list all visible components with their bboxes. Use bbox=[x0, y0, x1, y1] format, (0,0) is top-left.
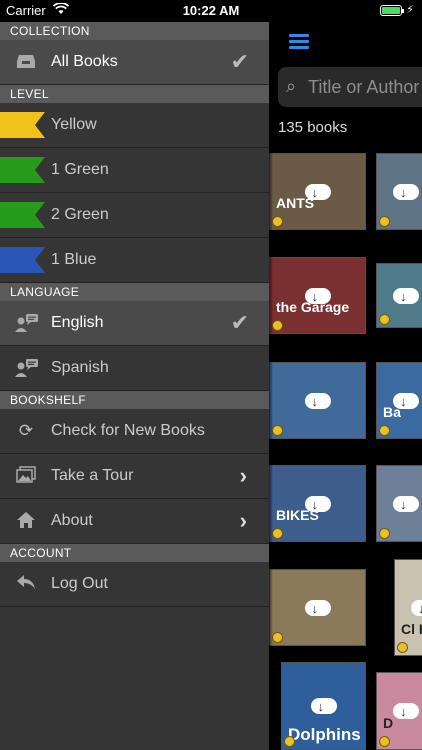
chevron-right-icon: › bbox=[239, 463, 247, 488]
refresh-icon: ⟳ bbox=[18, 421, 34, 440]
book-cover[interactable]: ↓ bbox=[269, 569, 366, 646]
level-badge-icon bbox=[272, 216, 283, 227]
section-header-bookshelf: BOOKSHELF bbox=[0, 391, 269, 409]
chevron-right-icon: › bbox=[239, 508, 247, 533]
level-badge-icon bbox=[272, 528, 283, 539]
search-input[interactable]: ⌕ Title or Author bbox=[278, 67, 422, 107]
level-badge-icon bbox=[379, 528, 390, 539]
download-cloud-icon[interactable]: ↓ bbox=[393, 181, 419, 203]
download-cloud-icon[interactable]: ↓ bbox=[393, 700, 419, 722]
charging-icon: ⚡ bbox=[406, 4, 414, 16]
book-cover[interactable]: Cl Ho ↓ bbox=[394, 559, 422, 656]
inbox-tray-icon bbox=[14, 52, 38, 72]
sidebar-item-yellow[interactable]: Yellow bbox=[0, 103, 269, 148]
book-title: D bbox=[383, 715, 394, 731]
book-cover[interactable]: D ↓ bbox=[376, 672, 422, 750]
book-cover[interactable]: ↓ bbox=[269, 362, 366, 439]
side-drawer: COLLECTION All Books ✔ LEVEL Yellow 1 Gr… bbox=[0, 22, 269, 750]
sidebar-item-label: All Books bbox=[51, 53, 118, 70]
level-badge-icon bbox=[272, 632, 283, 643]
level-badge-icon bbox=[272, 320, 283, 331]
photos-icon bbox=[14, 466, 38, 486]
book-cover[interactable]: ↓ bbox=[376, 153, 422, 230]
reply-arrow-icon bbox=[14, 574, 38, 594]
section-header-collection: COLLECTION bbox=[0, 22, 269, 40]
sidebar-item-label: English bbox=[51, 314, 104, 331]
download-cloud-icon[interactable]: ↓ bbox=[393, 390, 419, 412]
blue-level-ribbon-icon bbox=[0, 247, 45, 273]
download-cloud-icon[interactable]: ↓ bbox=[304, 493, 331, 515]
download-cloud-icon[interactable]: ↓ bbox=[304, 181, 331, 203]
sidebar-item-about[interactable]: About › bbox=[0, 499, 269, 544]
sidebar-item-label: Log Out bbox=[51, 575, 108, 592]
search-icon: ⌕ bbox=[286, 76, 297, 96]
home-icon bbox=[14, 511, 38, 531]
book-cover[interactable]: ↓ bbox=[376, 465, 422, 542]
sidebar-item-label: 1 Blue bbox=[51, 251, 97, 268]
download-cloud-icon[interactable]: ↓ bbox=[304, 390, 331, 412]
speaking-person-icon bbox=[14, 313, 38, 333]
book-count: 135 books bbox=[278, 119, 348, 136]
level-badge-icon bbox=[284, 736, 295, 747]
sidebar-item-1-green[interactable]: 1 Green bbox=[0, 148, 269, 193]
level-badge-icon bbox=[272, 425, 283, 436]
yellow-level-ribbon-icon bbox=[0, 112, 45, 138]
book-title: Dolphins bbox=[288, 725, 361, 744]
sidebar-item-label: Take a Tour bbox=[51, 467, 134, 484]
level-badge-icon bbox=[379, 314, 390, 325]
sidebar-item-english[interactable]: English ✔ bbox=[0, 301, 269, 346]
download-cloud-icon[interactable]: ↓ bbox=[304, 285, 331, 307]
sidebar-item-label: Spanish bbox=[51, 359, 109, 376]
download-cloud-icon[interactable]: ↓ bbox=[393, 493, 419, 515]
sidebar-item-2-green[interactable]: 2 Green bbox=[0, 193, 269, 238]
book-cover[interactable]: ↓ bbox=[376, 263, 422, 328]
book-cover[interactable]: Ba ↓ bbox=[376, 362, 422, 439]
download-cloud-icon[interactable]: ↓ bbox=[310, 695, 337, 717]
speaking-person-icon bbox=[14, 358, 38, 378]
book-cover[interactable]: BIKES ↓ bbox=[269, 465, 366, 542]
book-cover[interactable]: the Garage ↓ bbox=[269, 257, 366, 334]
sidebar-item-log-out[interactable]: Log Out bbox=[0, 562, 269, 607]
hamburger-menu-icon[interactable] bbox=[289, 34, 309, 50]
library-main: ⌕ Title or Author 135 books ANTS ↓ ↓ the Ga… bbox=[269, 22, 422, 750]
level-badge-icon bbox=[379, 425, 390, 436]
level-badge-icon bbox=[379, 216, 390, 227]
section-header-level: LEVEL bbox=[0, 85, 269, 103]
level-badge-icon bbox=[397, 642, 408, 653]
sidebar-item-label: Check for New Books bbox=[51, 422, 205, 439]
status-bar: Carrier 10:22 AM ⚡ bbox=[0, 0, 422, 22]
download-cloud-icon[interactable]: ↓ bbox=[304, 597, 331, 619]
sidebar-item-all-books[interactable]: All Books ✔ bbox=[0, 40, 269, 85]
book-title: Cl Ho bbox=[401, 621, 422, 637]
green-level-ribbon-icon bbox=[0, 202, 45, 228]
book-cover[interactable]: Dolphins ↓ bbox=[281, 662, 366, 750]
battery-icon bbox=[380, 5, 404, 16]
sidebar-item-label: Yellow bbox=[51, 116, 97, 133]
sidebar-item-take-a-tour[interactable]: Take a Tour › bbox=[0, 454, 269, 499]
book-cover[interactable]: ANTS ↓ bbox=[269, 153, 366, 230]
section-header-account: ACCOUNT bbox=[0, 544, 269, 562]
sidebar-item-label: 2 Green bbox=[51, 206, 109, 223]
download-cloud-icon[interactable]: ↓ bbox=[411, 597, 422, 619]
checkmark-icon: ✔ bbox=[230, 49, 249, 74]
level-badge-icon bbox=[379, 736, 390, 747]
sidebar-item-1-blue[interactable]: 1 Blue bbox=[0, 238, 269, 283]
sidebar-item-check-new-books[interactable]: ⟳ Check for New Books bbox=[0, 409, 269, 454]
download-cloud-icon[interactable]: ↓ bbox=[393, 285, 419, 307]
green-level-ribbon-icon bbox=[0, 157, 45, 183]
sidebar-item-label: 1 Green bbox=[51, 161, 109, 178]
clock: 10:22 AM bbox=[182, 3, 240, 18]
sidebar-item-spanish[interactable]: Spanish bbox=[0, 346, 269, 391]
section-header-language: LANGUAGE bbox=[0, 283, 269, 301]
checkmark-icon: ✔ bbox=[230, 310, 249, 335]
sidebar-item-label: About bbox=[51, 512, 93, 529]
search-placeholder: Title or Author bbox=[308, 77, 420, 97]
